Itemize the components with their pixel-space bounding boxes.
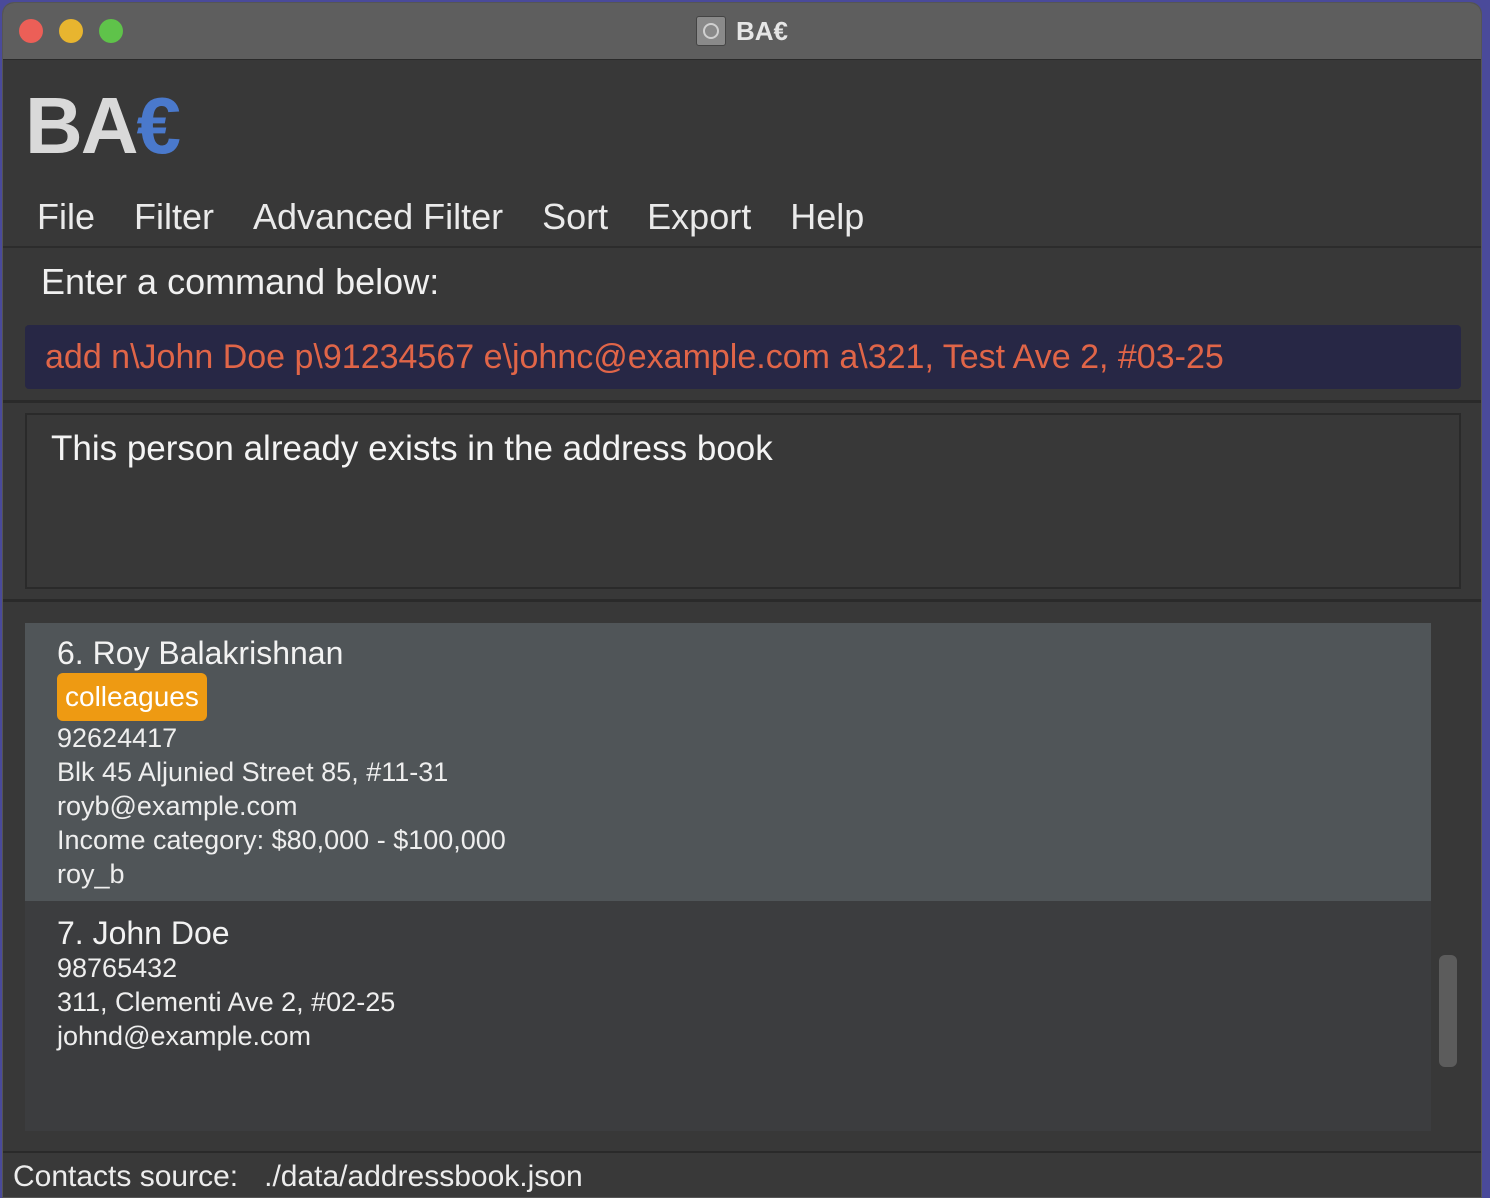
menu-bar: File Filter Advanced Filter Sort Export … (3, 188, 1481, 248)
logo-text: BA (25, 81, 139, 170)
result-display: This person already exists in the addres… (25, 413, 1461, 589)
command-prompt-label: Enter a command below: (41, 261, 440, 302)
contact-card[interactable]: 7. John Doe 98765432 311, Clementi Ave 2… (25, 901, 1431, 1131)
menu-filter[interactable]: Filter (134, 196, 214, 238)
window-title: BA€ (735, 15, 788, 46)
divider (3, 400, 1481, 403)
contact-list-scrollbar[interactable] (1435, 623, 1461, 1131)
status-label: Contacts source: (13, 1160, 239, 1193)
window-title-area: BA€ (3, 3, 1481, 59)
contact-address: Blk 45 Aljunied Street 85, #11-31 (57, 757, 449, 787)
menu-advanced-filter[interactable]: Advanced Filter (253, 196, 503, 238)
contact-tag: colleagues (57, 673, 207, 721)
status-bar: Contacts source: ./data/addressbook.json (3, 1151, 1481, 1197)
divider (3, 599, 1481, 602)
contact-name: 6. Roy Balakrishnan (57, 635, 344, 671)
menu-help[interactable]: Help (790, 196, 864, 238)
contact-email: royb@example.com (57, 791, 298, 821)
contact-phone: 92624417 (57, 723, 178, 753)
contact-email: johnd@example.com (57, 1021, 312, 1051)
scrollbar-thumb[interactable] (1439, 955, 1457, 1067)
menu-sort[interactable]: Sort (542, 196, 608, 238)
menu-file[interactable]: File (37, 196, 95, 238)
result-message: This person already exists in the addres… (51, 429, 773, 468)
contact-income: Income category: $80,000 - $100,000 (57, 825, 506, 855)
menu-export[interactable]: Export (647, 196, 751, 238)
command-box (25, 325, 1461, 389)
contact-phone: 98765432 (57, 953, 178, 983)
contact-handle: roy_b (57, 859, 125, 889)
contact-list[interactable]: 6. Roy Balakrishnan colleagues 92624417 … (25, 623, 1431, 1131)
status-path: ./data/addressbook.json (264, 1160, 583, 1193)
command-input[interactable] (45, 337, 1441, 377)
logo-euro-accent: € (136, 81, 181, 170)
contact-card-selected[interactable]: 6. Roy Balakrishnan colleagues 92624417 … (25, 623, 1431, 901)
app-logo: BA€ (25, 81, 181, 171)
title-bar: BA€ (3, 3, 1481, 60)
contact-address: 311, Clementi Ave 2, #02-25 (57, 987, 396, 1017)
app-icon (695, 16, 726, 46)
contact-name: 7. John Doe (57, 915, 230, 951)
app-window: BA€ BA€ File Filter Advanced Filter Sort… (2, 2, 1482, 1198)
